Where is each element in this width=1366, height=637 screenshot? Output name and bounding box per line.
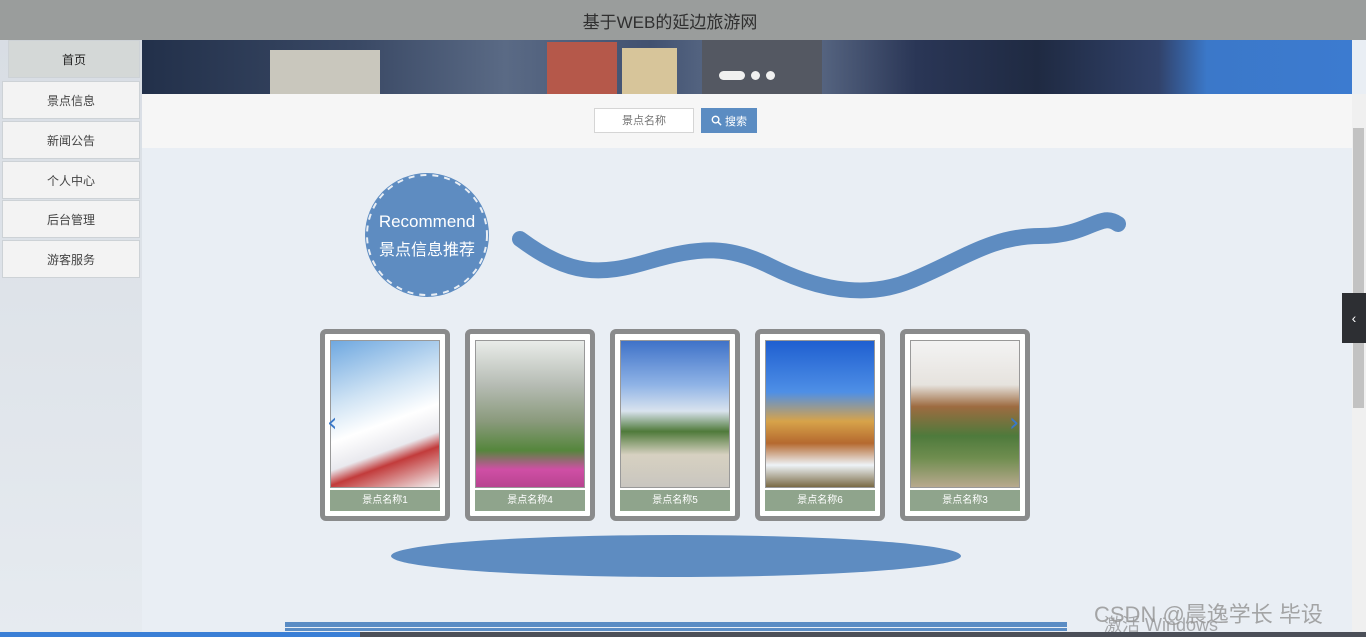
carousel-next-icon[interactable]: › [1009,408,1019,438]
attraction-photo [910,340,1020,488]
attraction-photo [475,340,585,488]
scrollbar-thumb[interactable] [1353,128,1364,408]
site-title: 基于WEB的延边旅游网 [582,13,758,32]
attraction-photo [765,340,875,488]
sidebar-nav: 首页 景点信息 新闻公告 个人中心 后台管理 游客服务 [0,40,142,637]
csdn-watermark: CSDN @晨逸学长 毕设 [1094,602,1323,627]
attraction-photo [330,340,440,488]
carousel-prev-icon[interactable]: ‹ [327,408,337,438]
top-header-bar: 基于WEB的延边旅游网 [0,0,1366,40]
sidebar-item-home[interactable]: 首页 [8,40,140,78]
taskbar-progress [0,632,360,637]
gear-badge-icon [365,173,489,297]
sidebar-item-news[interactable]: 新闻公告 [2,121,140,159]
decorative-bar [285,628,1067,631]
banner-pagination [719,71,775,80]
system-taskbar [0,632,1366,637]
banner-image-building [702,40,822,94]
recommend-title-zh: 景点信息推荐 [378,242,475,259]
sidebar-item-admin[interactable]: 后台管理 [2,200,140,238]
search-icon [711,115,722,126]
attraction-card[interactable]: 景点名称6 [755,329,885,521]
banner-carousel[interactable] [142,40,1352,94]
banner-dot[interactable] [751,71,760,80]
banner-image-building [270,50,380,94]
search-button-label: 搜索 [725,115,747,128]
banner-image-building [622,48,677,94]
attraction-name: 景点名称6 [765,490,875,511]
sidebar-item-attractions[interactable]: 景点信息 [2,81,140,119]
sidebar-item-service[interactable]: 游客服务 [2,240,140,278]
attraction-name: 景点名称4 [475,490,585,511]
side-panel-toggle-icon[interactable]: ‹ [1342,293,1366,343]
decorative-bar [285,622,1067,627]
attraction-name: 景点名称1 [330,490,440,511]
search-input[interactable] [594,108,694,133]
decorative-ellipse [391,535,961,577]
banner-dot[interactable] [766,71,775,80]
attraction-name: 景点名称5 [620,490,730,511]
banner-dot[interactable] [719,71,745,80]
attraction-name: 景点名称3 [910,490,1020,511]
search-bar: 搜索 [142,94,1352,148]
search-button[interactable]: 搜索 [701,108,757,133]
recommend-title-en: Recommend [378,212,476,231]
banner-image-building [547,42,617,94]
sidebar-item-profile[interactable]: 个人中心 [2,161,140,199]
attraction-card[interactable]: 景点名称1 [320,329,450,521]
decorative-wave [512,212,1126,299]
recommend-badge: Recommend 景点信息推荐 [356,170,498,300]
attraction-photo [620,340,730,488]
attraction-card[interactable]: 景点名称4 [465,329,595,521]
attraction-card[interactable]: 景点名称5 [610,329,740,521]
